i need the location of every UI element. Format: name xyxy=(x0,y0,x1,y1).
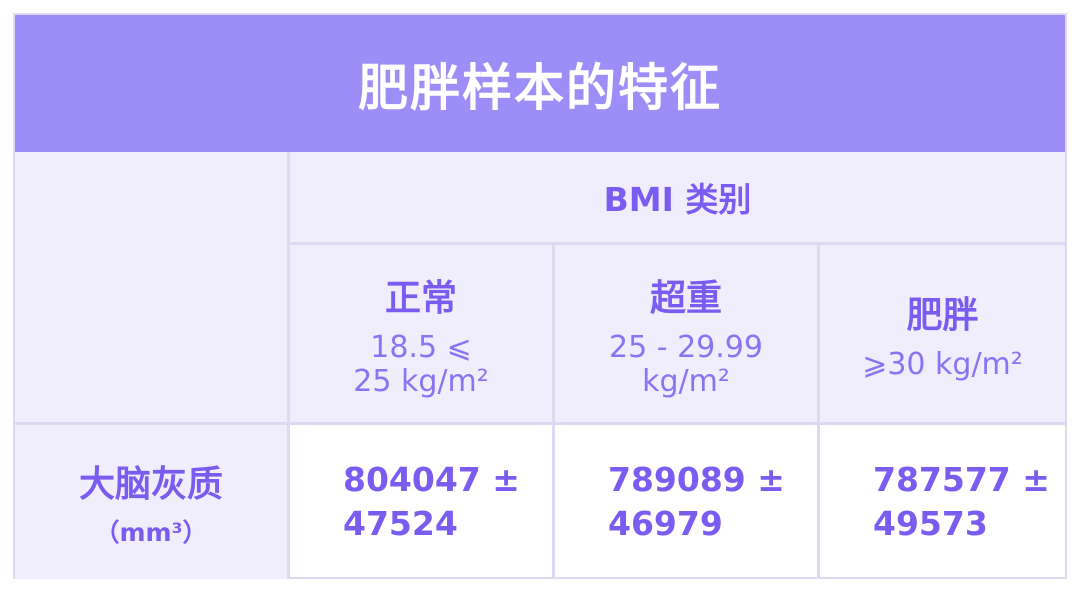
category-obese: 肥胖 ⩾30 kg/m² xyxy=(820,245,1065,422)
category-range: ⩾30 kg/m² xyxy=(862,346,1023,382)
row-label-unit: （mm³） xyxy=(94,518,208,547)
value-overweight: 789089 ± 46979 xyxy=(555,425,817,579)
category-normal: 正常 18.5 ⩽ 25 kg/m² xyxy=(290,245,552,422)
value-text: 789089 ± 46979 xyxy=(608,460,785,543)
table-title-bar: 肥胖样本的特征 xyxy=(15,15,1065,152)
row-label-text: 大脑灰质 xyxy=(78,464,223,505)
value-text: 804047 ± 47524 xyxy=(343,460,520,543)
grid-line xyxy=(817,242,820,579)
grid-line xyxy=(287,152,290,579)
bmi-category-label: BMI 类别 xyxy=(603,180,752,219)
grid-line xyxy=(287,242,1065,245)
category-name: 正常 xyxy=(384,277,457,319)
row-label-gray-matter: 大脑灰质 （mm³） xyxy=(15,425,287,579)
grid-line xyxy=(15,422,1065,425)
table-title: 肥胖样本的特征 xyxy=(358,58,722,117)
category-range: 25 - 29.99 kg/m² xyxy=(609,329,763,399)
value-text: 787577 ± 49573 xyxy=(873,460,1050,543)
obesity-table: 肥胖样本的特征 BMI 类别 正常 18.5 ⩽ 25 kg/m² 超重 25 … xyxy=(13,13,1067,579)
corner-cell xyxy=(15,152,287,422)
grid-line xyxy=(552,242,555,579)
value-obese: 787577 ± 49573 xyxy=(820,425,1065,579)
category-range: 18.5 ⩽ 25 kg/m² xyxy=(353,329,489,399)
bmi-category-header: BMI 类别 xyxy=(290,152,1065,242)
category-name: 超重 xyxy=(649,277,722,319)
category-name: 肥胖 xyxy=(906,294,979,336)
category-overweight: 超重 25 - 29.99 kg/m² xyxy=(555,245,817,422)
value-normal: 804047 ± 47524 xyxy=(290,425,552,579)
